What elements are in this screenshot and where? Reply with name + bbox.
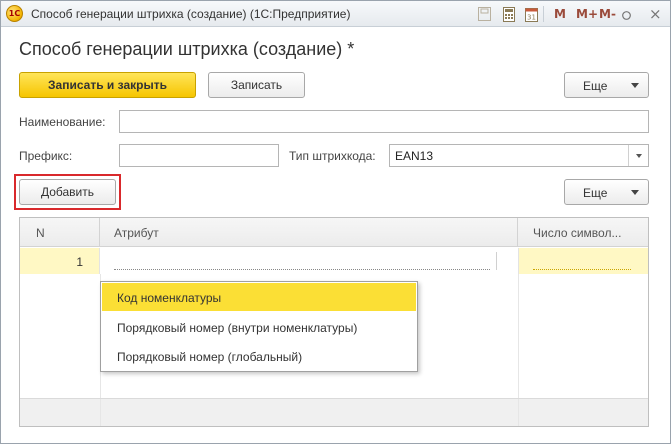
chars-input[interactable] [533, 252, 631, 270]
window-title: Способ генерации штрихка (создание) (1С:… [31, 7, 351, 21]
save-label: Записать [230, 78, 283, 92]
barcode-type-value: EAN13 [395, 149, 434, 163]
window: 1С Способ генерации штрихка (создание) (… [0, 0, 671, 444]
barcode-type-dropdown-button[interactable] [628, 145, 648, 166]
save-button[interactable]: Записать [208, 72, 305, 98]
memory-plus-button[interactable]: M+ [576, 7, 598, 21]
app-logo-icon: 1С [6, 5, 23, 22]
save-and-close-label: Записать и закрыть [48, 78, 167, 92]
table-more-button[interactable]: Еще [564, 179, 649, 205]
chevron-down-icon [631, 190, 639, 195]
table-header: N Атрибут Число символ... [20, 218, 648, 247]
dropdown-item-serial-within-item[interactable]: Порядковый номер (внутри номенклатуры) [102, 313, 416, 341]
title-bar: 1С Способ генерации штрихка (создание) (… [1, 1, 670, 27]
more-button[interactable]: Еще [564, 72, 649, 98]
name-field[interactable] [119, 110, 649, 133]
window-menu-icon[interactable] [622, 9, 631, 20]
chevron-down-icon [631, 83, 639, 88]
table-footer [20, 398, 648, 426]
column-header-n[interactable]: N [20, 218, 100, 247]
svg-text:31: 31 [527, 13, 536, 21]
toolbar-separator [543, 6, 544, 22]
name-label: Наименование: [19, 115, 106, 129]
prefix-label: Префикс: [19, 149, 73, 163]
column-divider [518, 399, 519, 426]
save-and-close-button[interactable]: Записать и закрыть [19, 72, 196, 98]
chars-cell[interactable] [518, 248, 648, 274]
memory-button[interactable]: M [554, 7, 566, 21]
memory-minus-button[interactable]: M- [599, 7, 616, 21]
barcode-type-select[interactable]: EAN13 [389, 144, 649, 167]
barcode-type-label: Тип штрихкода: [289, 149, 376, 163]
chevron-down-icon [636, 154, 642, 158]
attribute-dropdown-list: Код номенклатуры Порядковый номер (внутр… [100, 281, 418, 372]
page-title: Способ генерации штрихка (создание) * [19, 39, 355, 59]
close-icon[interactable]: × [649, 5, 662, 23]
table-more-label: Еще [583, 186, 608, 200]
dropdown-item-item-code[interactable]: Код номенклатуры [102, 283, 416, 311]
column-header-attribute[interactable]: Атрибут [100, 218, 518, 247]
column-divider [100, 399, 101, 426]
attribute-cell[interactable] [100, 248, 518, 274]
more-label: Еще [583, 79, 608, 93]
attribute-input[interactable] [114, 252, 490, 270]
calendar-icon[interactable]: 31 [524, 6, 538, 22]
save-icon[interactable] [477, 6, 491, 22]
row-number-cell: 1 [20, 248, 100, 274]
dropdown-item-serial-global[interactable]: Порядковый номер (глобальный) [102, 342, 416, 370]
attribute-dropdown-button[interactable] [496, 252, 514, 270]
calculator-icon[interactable] [502, 6, 516, 22]
table-row[interactable]: 1 [20, 248, 648, 274]
prefix-field[interactable] [119, 144, 279, 167]
add-button-highlight [14, 174, 121, 210]
column-header-chars[interactable]: Число символ... [518, 218, 648, 247]
